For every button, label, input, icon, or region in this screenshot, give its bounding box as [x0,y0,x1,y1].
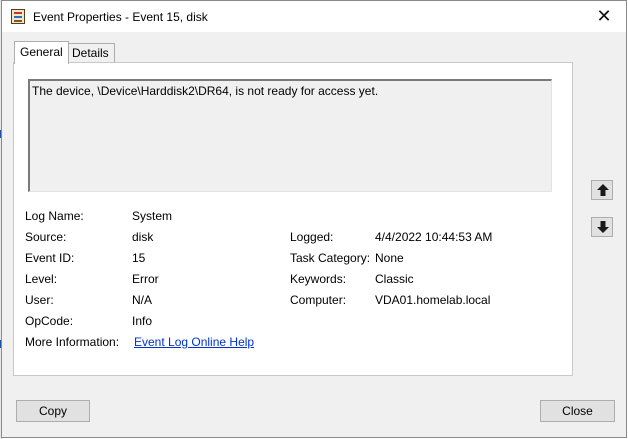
arrow-up-icon [597,184,609,196]
event-id-label: Event ID: [25,251,75,265]
more-information-label: More Information: [25,335,120,349]
user-value: N/A [132,293,153,307]
task-category-label: Task Category: [290,251,371,265]
close-button[interactable]: Close [540,400,615,422]
tab-details[interactable]: Details [66,43,115,63]
level-value: Error [132,272,159,286]
user-label: User: [25,293,54,307]
previous-event-button[interactable] [591,180,613,200]
next-event-button[interactable] [591,217,613,237]
task-category-value: None [375,251,404,265]
level-label: Level: [25,272,58,286]
source-label: Source: [25,230,67,244]
computer-label: Computer: [290,293,347,307]
logged-value: 4/4/2022 10:44:53 AM [375,230,493,244]
close-window-button[interactable]: ✕ [582,1,626,32]
computer-value: VDA01.homelab.local [375,293,491,307]
event-log-online-help-link[interactable]: Event Log Online Help [134,335,254,349]
keywords-label: Keywords: [290,272,347,286]
title-bar[interactable]: Event Properties - Event 15, disk ✕ [2,1,626,32]
opcode-label: OpCode: [25,314,74,328]
event-description[interactable]: The device, \Device\Harddisk2\DR64, is n… [28,79,552,192]
source-value: disk [132,230,154,244]
logged-label: Logged: [290,230,334,244]
tab-general[interactable]: General [14,41,69,64]
log-name-value: System [132,209,173,223]
general-tab-panel: The device, \Device\Harddisk2\DR64, is n… [13,62,573,376]
opcode-value: Info [132,314,153,328]
event-id-value: 15 [132,251,146,265]
window-title: Event Properties - Event 15, disk [33,10,208,24]
copy-button[interactable]: Copy [16,400,90,422]
arrow-down-icon [597,221,609,233]
event-properties-dialog: Event Properties - Event 15, disk ✕ Gene… [1,0,627,438]
log-name-label: Log Name: [25,209,84,223]
event-viewer-icon [11,9,25,24]
keywords-value: Classic [375,272,414,286]
